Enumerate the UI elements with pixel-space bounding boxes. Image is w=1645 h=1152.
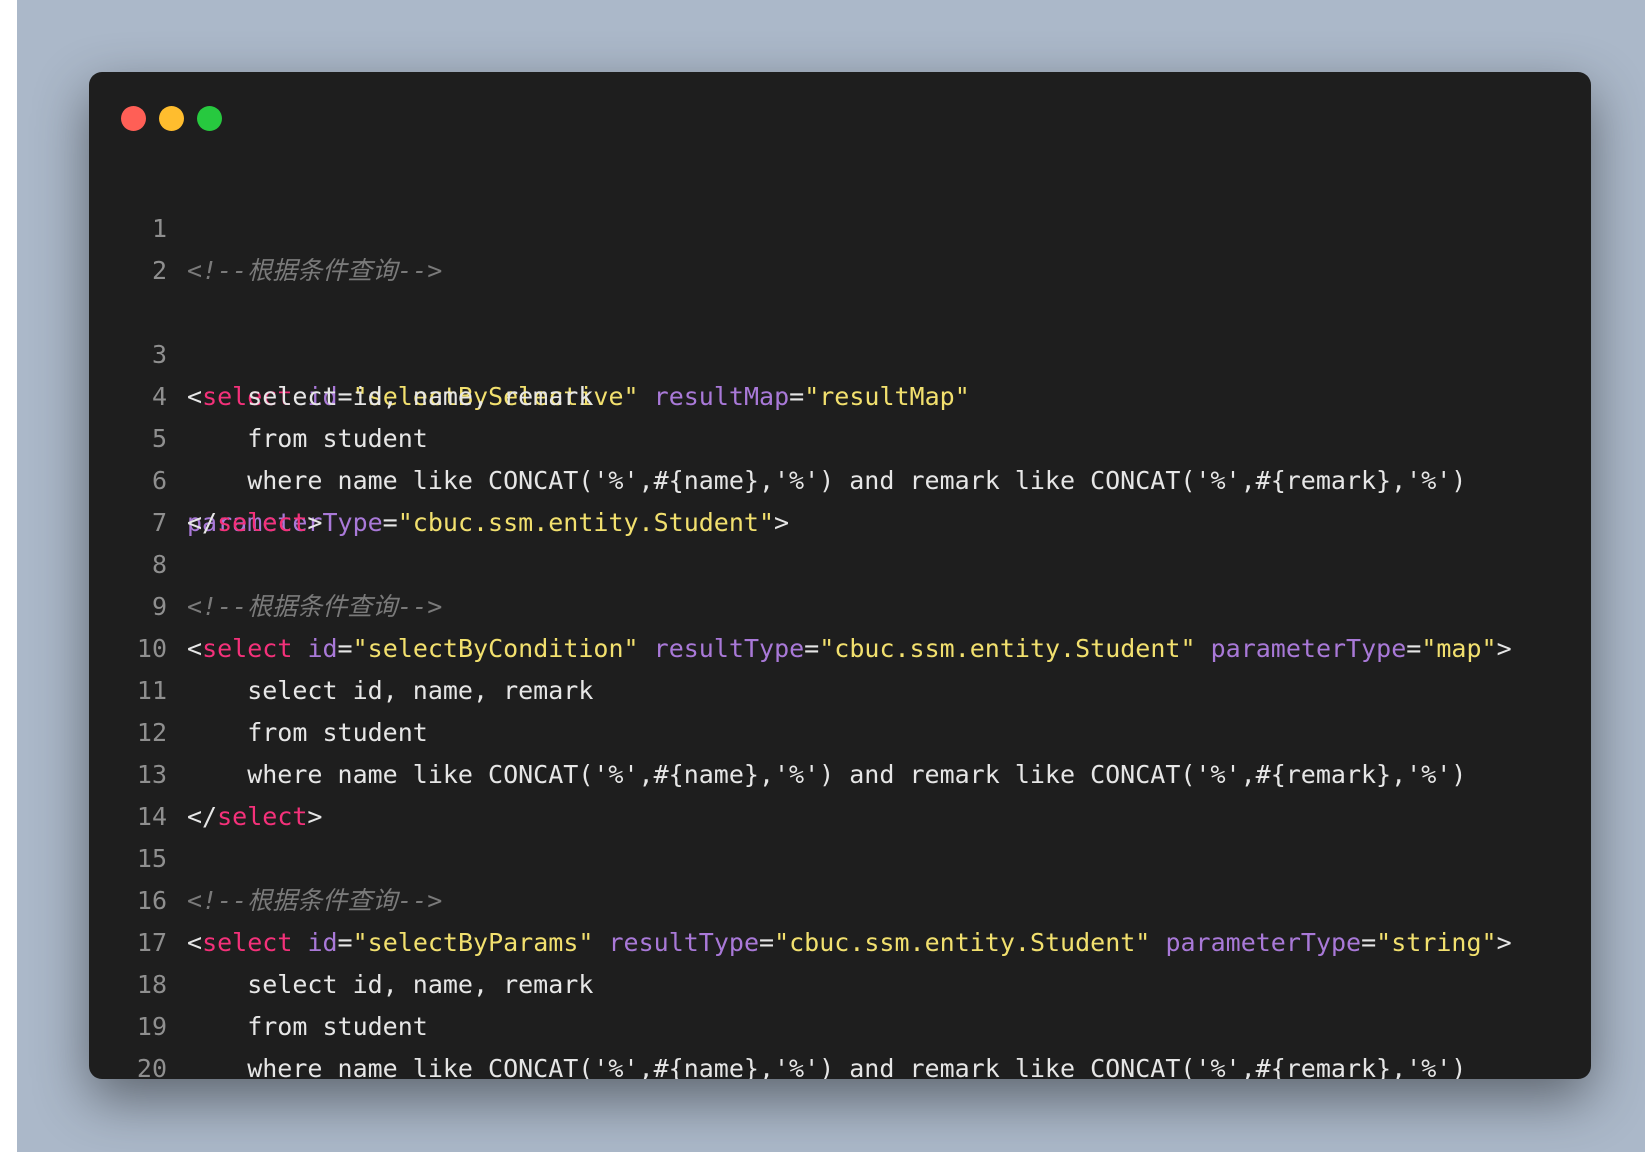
- code-line: 9 <select id="selectByCondition" resultT…: [89, 544, 1591, 663]
- code-line: 12 where name like CONCAT('%',#{name},'%…: [89, 670, 1591, 789]
- line-number: 20: [136, 1054, 167, 1079]
- code-line: 2 <select id="selectBySelective" resultM…: [89, 208, 1591, 537]
- code-line: 13 </select>: [89, 712, 1591, 831]
- code-line: 5 where name like CONCAT('%',#{name},'%'…: [89, 376, 1591, 495]
- code-line: 16 <select id="selectByParams" resultTyp…: [89, 838, 1591, 957]
- minimize-dot-icon[interactable]: [159, 106, 184, 131]
- code-line: 4 from student: [89, 334, 1591, 453]
- code-line: 11 from student: [89, 628, 1591, 747]
- code-line: 20 </select>: [89, 1006, 1591, 1079]
- line-number: 2: [151, 256, 167, 285]
- sql-text: where name like CONCAT('%',#{name},'%') …: [187, 1054, 1467, 1079]
- code-line: 18 from student: [89, 922, 1591, 1041]
- code-line: 17 select id, name, remark: [89, 880, 1591, 999]
- code-block: 1 <!--根据条件查询--> 2 <select id="selectBySe…: [89, 166, 1591, 1079]
- code-line: 19 where name like CONCAT('%',#{name},'%…: [89, 964, 1591, 1079]
- close-dot-icon[interactable]: [121, 106, 146, 131]
- code-line: 8 <!--根据条件查询-->: [89, 502, 1591, 621]
- code-line: 15 <!--根据条件查询-->: [89, 796, 1591, 915]
- code-line: 14: [89, 754, 1591, 831]
- code-line: 6 </select>: [89, 418, 1591, 537]
- code-line: 10 select id, name, remark: [89, 586, 1591, 705]
- maximize-dot-icon[interactable]: [197, 106, 222, 131]
- code-line: 3 select id, name, remark: [89, 292, 1591, 411]
- code-line: 1 <!--根据条件查询-->: [89, 166, 1591, 285]
- code-line: 7: [89, 460, 1591, 537]
- code-window: 1 <!--根据条件查询--> 2 <select id="selectBySe…: [89, 72, 1591, 1079]
